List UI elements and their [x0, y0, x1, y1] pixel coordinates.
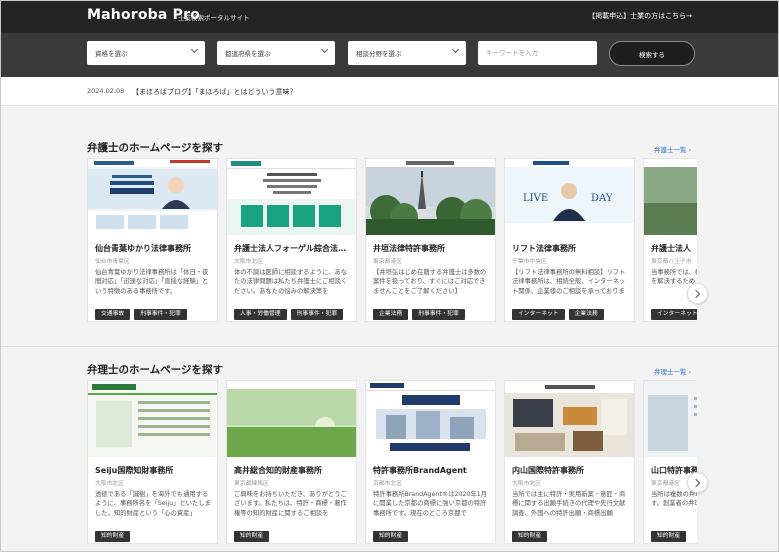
- category-tag[interactable]: 知的財産: [651, 531, 687, 542]
- chevron-down-icon: [451, 45, 460, 54]
- office-card[interactable]: 特許事務所BrandAgent 京都市北区 特許事務所BrandAgent®は2…: [365, 380, 496, 544]
- office-thumbnail: [88, 159, 217, 235]
- office-area: 大阪市北区: [234, 259, 263, 265]
- office-name: 弁護士法人: [651, 244, 691, 253]
- section-title: 弁護士のホームページを探す: [87, 142, 223, 154]
- office-description: 透徳である「誠樹」を海外でも通用するように、事務所名を「Seiju」といたしまし…: [95, 491, 211, 517]
- qualification-select[interactable]: 資格を選ぶ: [87, 41, 205, 65]
- office-thumbnail: [644, 381, 697, 457]
- office-name: 内山国際特許事務所: [512, 466, 584, 475]
- svg-text:DAY: DAY: [591, 193, 613, 204]
- office-description: 当所では主に特許・実用新案・意匠・商標に関する出願手続きの代理や先行文献調査、外…: [512, 491, 626, 517]
- office-area: 東京都港区: [651, 481, 680, 487]
- carousel-next-button[interactable]: [687, 283, 708, 304]
- chevron-right-icon: ›: [688, 368, 692, 376]
- chevron-right-icon: [691, 478, 701, 488]
- office-name: 井垣法律特許事務所: [373, 244, 445, 253]
- lawyer-list-link[interactable]: 弁護士一覧 ›: [654, 144, 691, 154]
- office-card[interactable]: 高井総合知的財産事務所 東京都練馬区 ご興味をお持ちいただき、ありがとうございま…: [226, 380, 357, 544]
- office-card[interactable]: LIVE DAY リフト法律事務所 千葉市中央区 【リフト法律事務所の無料相談】…: [504, 158, 635, 322]
- search-bar: 資格を選ぶ 都道府県を選ぶ 相談分野を選ぶ 検索する: [1, 33, 778, 77]
- category-tag[interactable]: 企業法務: [568, 309, 604, 320]
- office-name: 仙台青葉ゆかり法律事務所: [95, 244, 191, 253]
- office-area: 仙台市青葉区: [95, 259, 130, 265]
- office-area: 京都市北区: [373, 481, 402, 487]
- office-description: 特許事務所BrandAgent®は2020年1月に開業した京都の商標に強い京都の…: [373, 491, 488, 517]
- office-thumbnail: [227, 381, 356, 457]
- keyword-input[interactable]: [478, 41, 597, 65]
- office-description: 当所は複数の弁理士で所営しております。創業者の弁理士が迅速かつ丁寧に: [651, 491, 697, 508]
- category-tag[interactable]: 企業法務: [373, 309, 409, 320]
- category-tag[interactable]: 刑事事件・犯罪: [134, 309, 187, 320]
- qualification-select-label: 資格を選ぶ: [95, 50, 128, 58]
- office-description: 仙台青葉ゆかり法律事務所は「休日・夜間対応」「迅速な対応」「直接な経験」という特…: [95, 269, 209, 295]
- more-link-label: 弁理士一覧: [654, 368, 687, 376]
- field-select[interactable]: 相談分野を選ぶ: [348, 41, 466, 65]
- office-thumbnail: [227, 159, 356, 235]
- top-header: Mahoroba Pro 士業検索ポータルサイト 【掲載申込】士業の方はこちら→: [1, 1, 778, 33]
- office-name: リフト法律事務所: [512, 244, 576, 253]
- category-tag[interactable]: インターネット: [512, 309, 565, 320]
- office-description: 【井垣弘はじめ在籍する弁護士は多数の案件を扱っており、すぐにはご対応できませんこ…: [373, 269, 487, 295]
- lawyer-card-carousel: 仙台青葉ゆかり法律事務所 仙台市青葉区 仙台青葉ゆかり法律事務所は「休日・夜間対…: [87, 158, 697, 328]
- page: Mahoroba Pro 士業検索ポータルサイト 【掲載申込】士業の方はこちら→…: [0, 0, 779, 552]
- site-tagline: 士業検索ポータルサイト: [178, 14, 250, 22]
- news-link[interactable]: 【まほろばブログ】「まほろば」とはどういう意味？: [132, 87, 297, 97]
- field-select-label: 相談分野を選ぶ: [356, 50, 402, 58]
- category-tag[interactable]: 知的財産: [95, 531, 131, 542]
- category-tag[interactable]: 刑事事件・犯罪: [412, 309, 465, 320]
- carousel-next-button[interactable]: [687, 472, 708, 493]
- office-thumbnail: [88, 381, 217, 457]
- office-card[interactable]: 井垣法律特許事務所 東京都港区 【井垣弘はじめ在籍する弁護士は多数の案件を扱って…: [365, 158, 496, 322]
- office-thumbnail: [505, 381, 634, 457]
- patent-card-carousel: Seiju国際知財事務所 大阪市北区 透徳である「誠樹」を海外でも通用するように…: [87, 380, 697, 550]
- office-thumbnail: [366, 381, 495, 457]
- chevron-right-icon: ›: [688, 146, 692, 154]
- office-card[interactable]: Seiju国際知財事務所 大阪市北区 透徳である「誠樹」を海外でも通用するように…: [87, 380, 218, 544]
- category-tag[interactable]: インターネット: [651, 309, 697, 320]
- office-thumbnail: [644, 159, 697, 235]
- section-title: 弁理士のホームページを探す: [87, 364, 223, 376]
- search-button[interactable]: 検索する: [609, 41, 695, 66]
- office-card[interactable]: 仙台青葉ゆかり法律事務所 仙台市青葉区 仙台青葉ゆかり法律事務所は「休日・夜間対…: [87, 158, 218, 322]
- office-name: 弁護士法人フォーゲル綜合法律事務所: [234, 244, 352, 253]
- office-area: 千葉市中央区: [512, 259, 547, 265]
- category-tag[interactable]: 刑事事件・犯罪: [290, 309, 344, 320]
- prefecture-select-label: 都道府県を選ぶ: [225, 50, 271, 58]
- news-date: 2024.02.08: [87, 87, 125, 95]
- category-tag[interactable]: 知的財産: [512, 531, 548, 542]
- category-tag[interactable]: 知的財産: [373, 531, 409, 542]
- office-description: 【リフト法律事務所の無料相談】リフト法律事務所は、相続全般、インターネット関係、…: [512, 269, 626, 295]
- office-card[interactable]: 山口特許事務所 東京都港区 当所は複数の弁理士で所営しております。創業者の弁理士…: [643, 380, 697, 544]
- office-thumbnail: LIVE DAY: [505, 159, 634, 235]
- office-area: 東京都港区: [373, 259, 402, 265]
- office-name: 高井総合知的財産事務所: [234, 466, 322, 475]
- chevron-down-icon: [190, 45, 199, 54]
- office-area: 大阪市北区: [512, 481, 541, 487]
- category-tag[interactable]: 人事・労働管理: [234, 309, 287, 320]
- office-description: 体の不調は医師に相談するように、あなたの法律問題は私たち弁護士にご相談ください。…: [234, 269, 348, 295]
- office-thumbnail: [366, 159, 495, 235]
- news-bar: 2024.02.08 【まほろばブログ】「まほろば」とはどういう意味？: [1, 77, 778, 106]
- chevron-down-icon: [320, 45, 329, 54]
- patent-attorney-list-link[interactable]: 弁理士一覧 ›: [654, 366, 691, 376]
- more-link-label: 弁護士一覧: [654, 146, 687, 154]
- prefecture-select[interactable]: 都道府県を選ぶ: [217, 41, 335, 65]
- main-content: 弁護士のホームページを探す 弁護士一覧 › 仙台青葉ゆかり法律事務所 仙台市青葉…: [1, 107, 778, 551]
- section-divider: [1, 346, 778, 347]
- category-tag[interactable]: 知的財産: [234, 531, 270, 542]
- listing-application-link[interactable]: 【掲載申込】士業の方はこちら→: [588, 11, 692, 21]
- category-tag[interactable]: 交通事故: [95, 309, 131, 320]
- office-area: 東京都練馬区: [234, 481, 269, 487]
- chevron-right-icon: [691, 289, 701, 299]
- office-name: Seiju国際知財事務所: [95, 466, 174, 475]
- office-card[interactable]: 内山国際特許事務所 大阪市北区 当所では主に特許・実用新案・意匠・商標に関する出…: [504, 380, 635, 544]
- office-description: ご興味をお持ちいただき、ありがとうございます。私たちは、特許・商標・著作権等の知…: [234, 491, 347, 517]
- office-card[interactable]: 弁護士法人フォーゲル綜合法律事務所 大阪市北区 体の不調は医師に相談するように、…: [226, 158, 357, 322]
- svg-text:LIVE: LIVE: [523, 193, 548, 204]
- office-area: 大阪市北区: [95, 481, 124, 487]
- office-area: 東京都八王子市: [651, 259, 692, 265]
- office-name: 特許事務所BrandAgent: [373, 466, 467, 475]
